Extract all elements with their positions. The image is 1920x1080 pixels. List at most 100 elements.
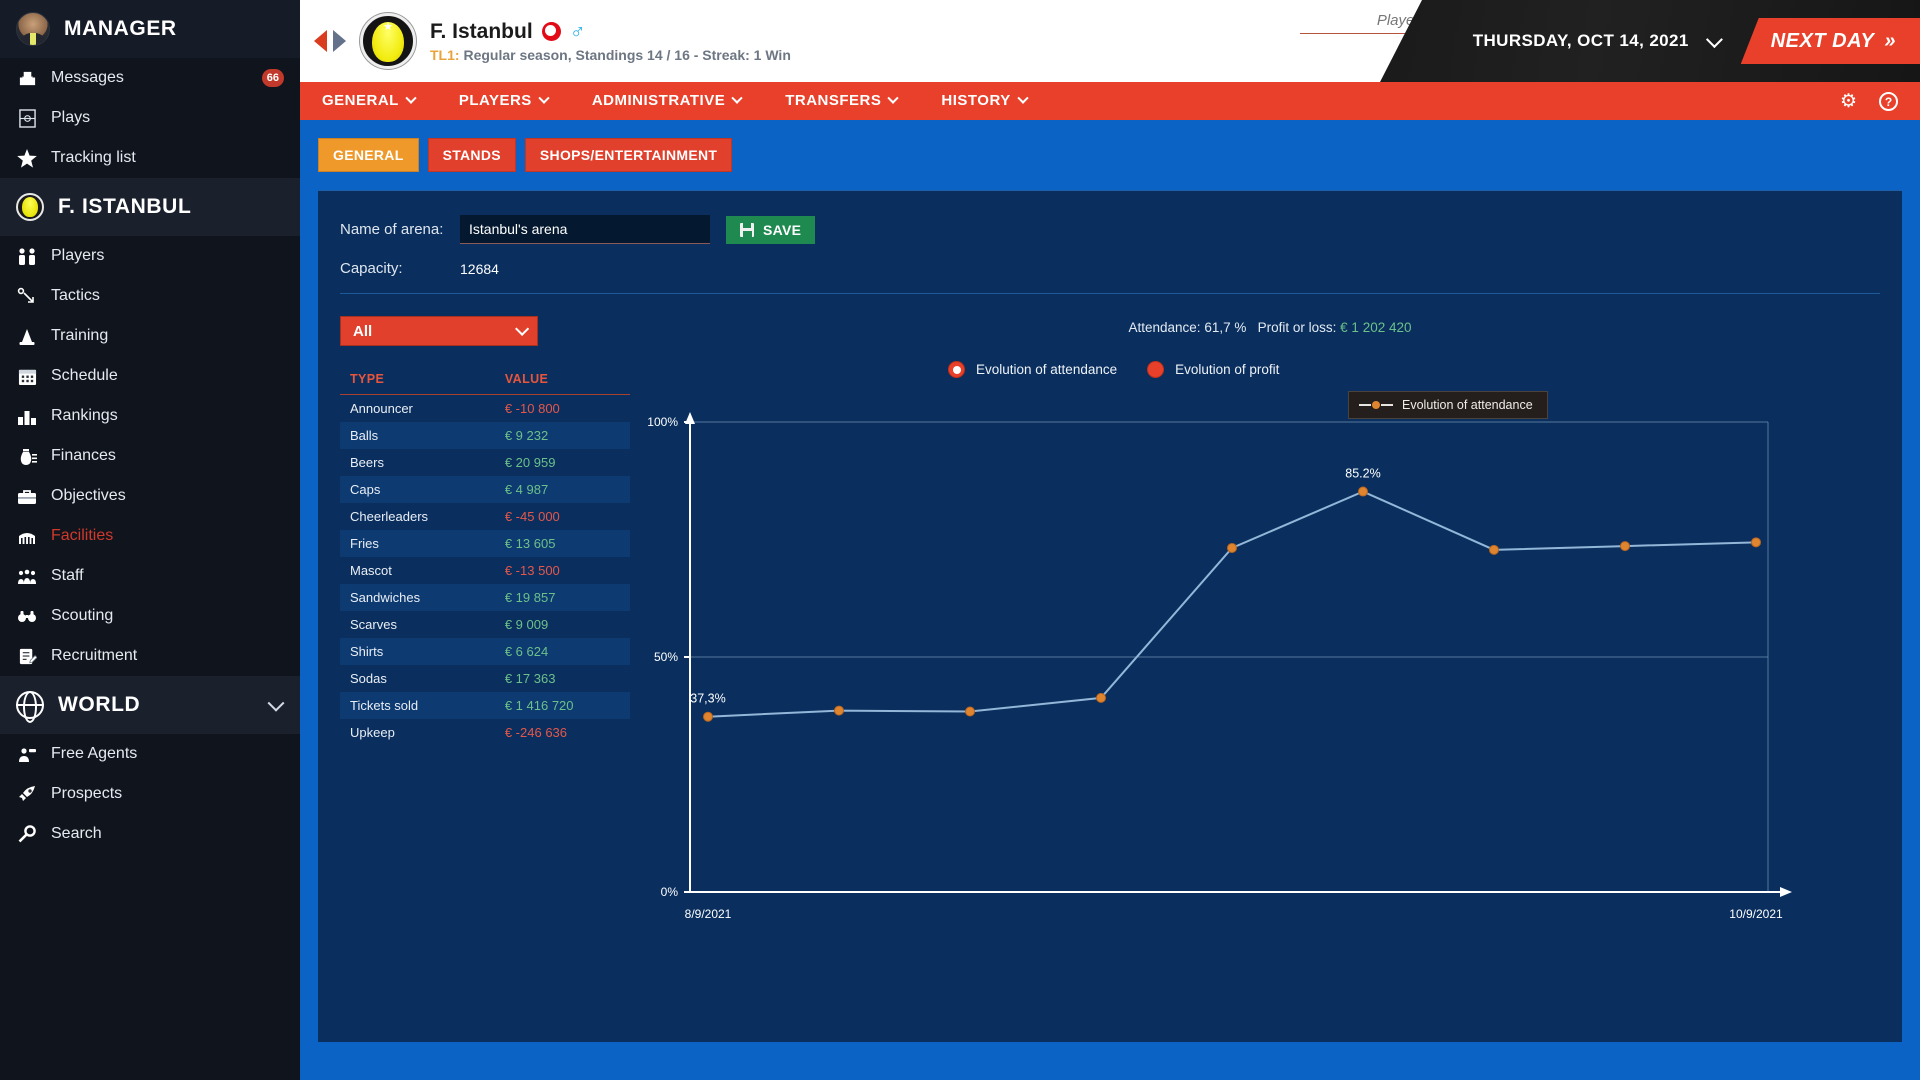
menu-administrative[interactable]: ADMINISTRATIVE: [570, 82, 763, 120]
radio-evolution-of-attendance[interactable]: Evolution of attendance: [948, 361, 1117, 378]
help-icon[interactable]: ?: [1879, 91, 1898, 111]
column-header-type[interactable]: TYPE: [340, 372, 483, 395]
menu-players[interactable]: PLAYERS: [437, 82, 570, 120]
chevron-down-icon: [731, 92, 743, 104]
chevron-down-icon: [538, 92, 550, 104]
chart-x-axis-arrow: [1780, 887, 1792, 897]
forward-arrow-icon[interactable]: [333, 30, 346, 52]
sidebar-item-label: Recruitment: [51, 647, 138, 664]
club-logo-icon: [16, 193, 44, 221]
chevron-down-icon[interactable]: [267, 694, 285, 712]
cone-icon: [16, 325, 38, 347]
sidebar-item-search[interactable]: Search: [0, 814, 300, 854]
sidebar-item-training[interactable]: Training: [0, 316, 300, 356]
sidebar-item-label: Players: [51, 247, 105, 264]
chart-x-tick-label: 8/9/2021: [685, 907, 732, 921]
save-button[interactable]: SAVE: [726, 215, 816, 244]
sidebar-item-label: Training: [51, 327, 109, 344]
table-row[interactable]: Mascot € -13 500: [340, 557, 630, 584]
chart-data-point: [1096, 692, 1106, 703]
sidebar-item-recruitment[interactable]: Recruitment: [0, 636, 300, 676]
cell-type: Tickets sold: [340, 692, 483, 719]
table-row[interactable]: Announcer € -10 800: [340, 395, 630, 423]
sidebar-club-label: F. ISTANBUL: [58, 195, 192, 218]
radio-icon-selected: [948, 361, 965, 378]
cell-type: Cheerleaders: [350, 509, 429, 524]
tab-general[interactable]: GENERAL: [318, 138, 419, 172]
table-row[interactable]: Sodas € 17 363: [340, 665, 630, 692]
chart-data-point: [703, 711, 713, 722]
playbook-icon: [16, 107, 38, 129]
main-area: F. Istanbul ♂ TL1: Regular season, Stand…: [300, 0, 1920, 1080]
chart-summary: Attendance: 61,7 % Profit or loss: € 1 2…: [638, 316, 1902, 335]
table-row[interactable]: Upkeep € -246 636: [340, 719, 630, 746]
sidebar-item-scouting[interactable]: Scouting: [0, 596, 300, 636]
table-row[interactable]: Tickets sold € 1 416 720: [340, 692, 630, 719]
free-agent-icon: [16, 743, 38, 765]
table-row[interactable]: Sandwiches € 19 857: [340, 584, 630, 611]
turkey-flag-icon: [541, 22, 561, 41]
column-header-value[interactable]: VALUE: [482, 372, 630, 395]
cell-value: € -45 000: [504, 509, 560, 524]
tactics-icon: [16, 285, 38, 307]
menu-label: HISTORY: [941, 92, 1011, 109]
sidebar-item-prospects[interactable]: Prospects: [0, 774, 300, 814]
table-row[interactable]: Shirts € 6 624: [340, 638, 630, 665]
menu-history[interactable]: HISTORY: [919, 82, 1048, 120]
attendance-value: 61,7 %: [1204, 320, 1247, 335]
cell-type: Shirts: [340, 638, 483, 665]
table-row[interactable]: Fries € 13 605: [340, 530, 630, 557]
cell-type: Caps: [340, 476, 483, 503]
moneybag-icon: [16, 445, 38, 467]
cell-value: € 19 857: [482, 584, 630, 611]
sidebar-item-rankings[interactable]: Rankings: [0, 396, 300, 436]
sidebar-item-tracking-list[interactable]: Tracking list: [0, 138, 300, 178]
lower-section: All TYPE VALUE Announcer € -10 800 Balls € …: [318, 294, 1902, 921]
table-header-row: TYPE VALUE: [340, 372, 630, 395]
cell-value: € -10 800: [504, 401, 560, 416]
sidebar-item-players[interactable]: Players: [0, 236, 300, 276]
globe-icon: [16, 691, 44, 719]
table-row[interactable]: Caps € 4 987: [340, 476, 630, 503]
menu-general[interactable]: GENERAL: [300, 82, 437, 120]
next-day-label: NEXT DAY: [1770, 29, 1875, 52]
sidebar-item-messages[interactable]: Messages 66: [0, 58, 300, 98]
sidebar-item-plays[interactable]: Plays: [0, 98, 300, 138]
table-row[interactable]: Scarves € 9 009: [340, 611, 630, 638]
sidebar-item-free-agents[interactable]: Free Agents: [0, 734, 300, 774]
table-row[interactable]: Cheerleaders € -45 000: [340, 503, 630, 530]
arena-name-input[interactable]: [460, 215, 710, 244]
sidebar-item-staff[interactable]: Staff: [0, 556, 300, 596]
sidebar-section-manager[interactable]: MANAGER: [0, 0, 300, 58]
tab-shops-entertainment[interactable]: SHOPS/ENTERTAINMENT: [524, 138, 733, 172]
sidebar-item-tactics[interactable]: Tactics: [0, 276, 300, 316]
sidebar-item-facilities[interactable]: Facilities: [0, 516, 300, 556]
table-row[interactable]: Beers € 20 959: [340, 449, 630, 476]
radio-evolution-of-profit[interactable]: Evolution of profit: [1147, 361, 1279, 378]
menu-transfers[interactable]: TRANSFERS: [763, 82, 919, 120]
sidebar-section-world[interactable]: WORLD: [0, 676, 300, 734]
sidebar-item-objectives[interactable]: Objectives: [0, 476, 300, 516]
app-root: MANAGER Messages 66 Plays Tracking list …: [0, 0, 1920, 1080]
gear-icon[interactable]: ⚙: [1840, 90, 1857, 113]
chart-data-point: [1489, 544, 1499, 555]
sidebar-section-club[interactable]: F. ISTANBUL: [0, 178, 300, 236]
sidebar-item-label: Search: [51, 825, 102, 842]
capacity-label: Capacity:: [340, 260, 403, 277]
current-date: THURSDAY, OCT 14, 2021: [1472, 31, 1689, 50]
arena-name-row: Name of arena: SAVE: [318, 215, 1902, 244]
tab-stands[interactable]: STANDS: [427, 138, 516, 172]
attendance-line-chart: 0% 50% 100% 37,3% 85.2% 8/9/2021 10/9/2021: [638, 392, 1902, 921]
filter-select[interactable]: All: [340, 316, 538, 346]
sidebar-item-schedule[interactable]: Schedule: [0, 356, 300, 396]
sidebar-item-finances[interactable]: Finances: [0, 436, 300, 476]
cell-value: € 4 987: [482, 476, 630, 503]
chart-data-point: [1358, 486, 1368, 497]
chevron-down-icon[interactable]: [1705, 31, 1723, 49]
table-row[interactable]: Balls € 9 232: [340, 422, 630, 449]
chart-y-tick-label: 100%: [647, 415, 678, 429]
chart-data-point: [1620, 541, 1630, 552]
back-arrow-icon[interactable]: [314, 30, 327, 52]
people-icon: [16, 245, 38, 267]
next-day-button[interactable]: NEXT DAY »: [1740, 18, 1920, 64]
